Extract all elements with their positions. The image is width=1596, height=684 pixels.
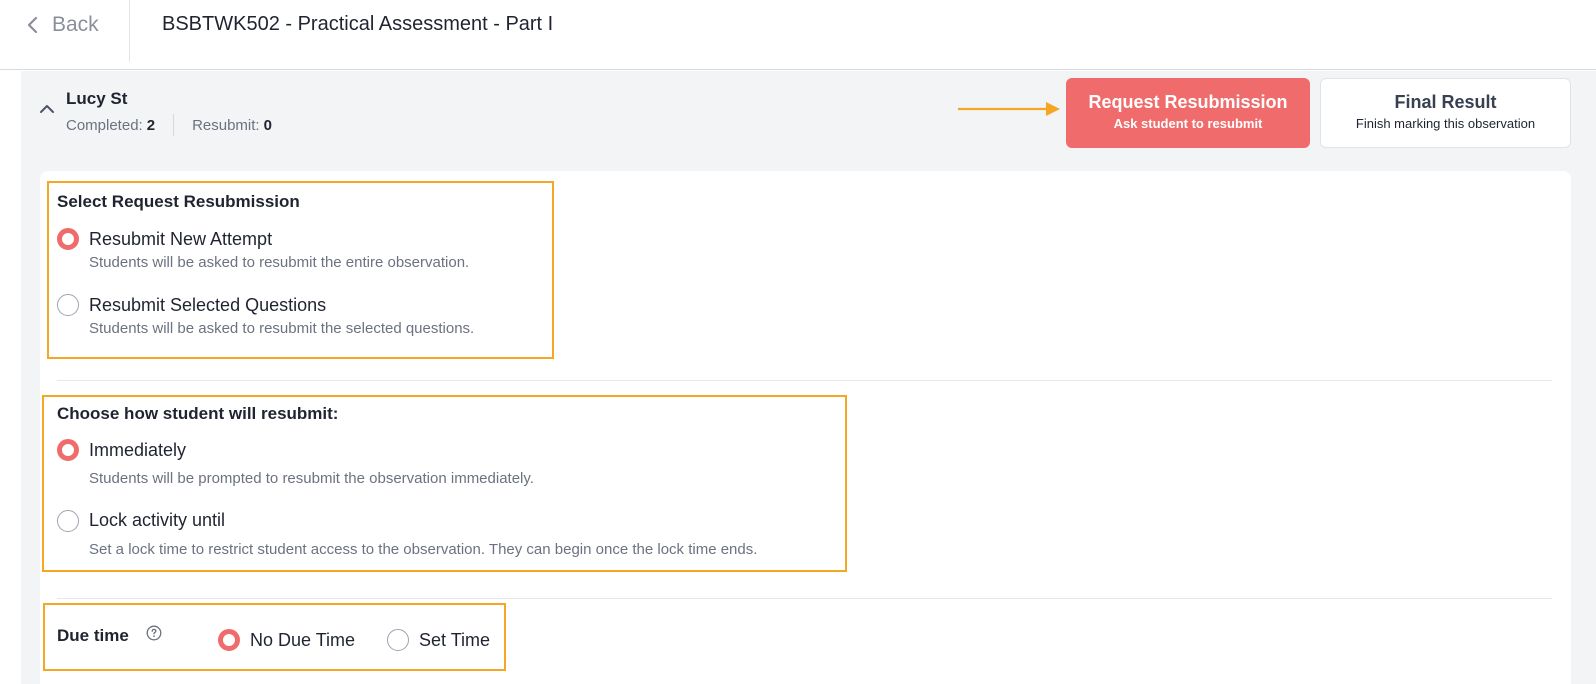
completed-count: 2	[146, 116, 156, 134]
final-result-button[interactable]: Final Result Finish marking this observa…	[1320, 78, 1571, 148]
resubmission-type-title: Select Request Resubmission	[57, 192, 300, 211]
final-result-subtitle: Finish marking this observation	[1355, 116, 1536, 131]
radio-resubmit-new-attempt[interactable]	[57, 228, 79, 250]
lock-activity-description: Set a lock time to restrict student acce…	[89, 541, 758, 558]
resubmit-selected-questions-label: Resubmit Selected Questions	[89, 295, 327, 315]
back-button[interactable]: Back	[24, 10, 99, 40]
radio-immediately[interactable]	[57, 439, 79, 461]
immediately-label: Immediately	[89, 440, 187, 460]
radio-set-time[interactable]	[387, 629, 409, 651]
resubmit-selected-questions-description: Students will be asked to resubmit the s…	[89, 320, 475, 337]
resubmit-timing-title: Choose how student will resubmit:	[57, 404, 339, 423]
resubmit-label: Resubmit:	[192, 116, 260, 134]
resubmit-new-attempt-label: Resubmit New Attempt	[89, 229, 273, 249]
help-circle-icon[interactable]	[146, 625, 162, 641]
arrow-right-icon	[958, 102, 1060, 116]
chevron-up-icon[interactable]	[38, 100, 56, 116]
radio-lock-activity[interactable]	[57, 510, 79, 532]
request-resubmission-title: Request Resubmission	[1088, 92, 1288, 112]
top-bar: Back BSBTWK502 - Practical Assessment - …	[0, 0, 1596, 70]
set-time-label: Set Time	[419, 630, 491, 650]
stats-divider	[173, 114, 175, 136]
back-label: Back	[52, 13, 99, 36]
due-time-title: Due time	[57, 626, 129, 645]
immediately-description: Students will be prompted to resubmit th…	[89, 470, 534, 487]
completed-label: Completed:	[66, 116, 143, 134]
radio-no-due-time[interactable]	[218, 629, 240, 651]
section-divider	[57, 598, 1552, 599]
no-due-time-label: No Due Time	[250, 630, 356, 650]
resubmit-new-attempt-description: Students will be asked to resubmit the e…	[89, 254, 470, 271]
radio-resubmit-selected-questions[interactable]	[57, 294, 79, 316]
divider	[129, 0, 130, 62]
resubmit-count: 0	[263, 116, 272, 134]
section-divider	[57, 380, 1552, 381]
student-stats: Completed: 2 Resubmit: 0	[66, 113, 272, 137]
request-resubmission-button[interactable]: Request Resubmission Ask student to resu…	[1066, 78, 1310, 148]
chevron-left-icon	[27, 16, 38, 34]
student-name: Lucy St	[66, 89, 128, 108]
final-result-title: Final Result	[1394, 92, 1497, 112]
page-title: BSBTWK502 - Practical Assessment - Part …	[162, 13, 554, 35]
request-resubmission-subtitle: Ask student to resubmit	[1113, 116, 1263, 131]
lock-activity-label: Lock activity until	[89, 510, 226, 530]
